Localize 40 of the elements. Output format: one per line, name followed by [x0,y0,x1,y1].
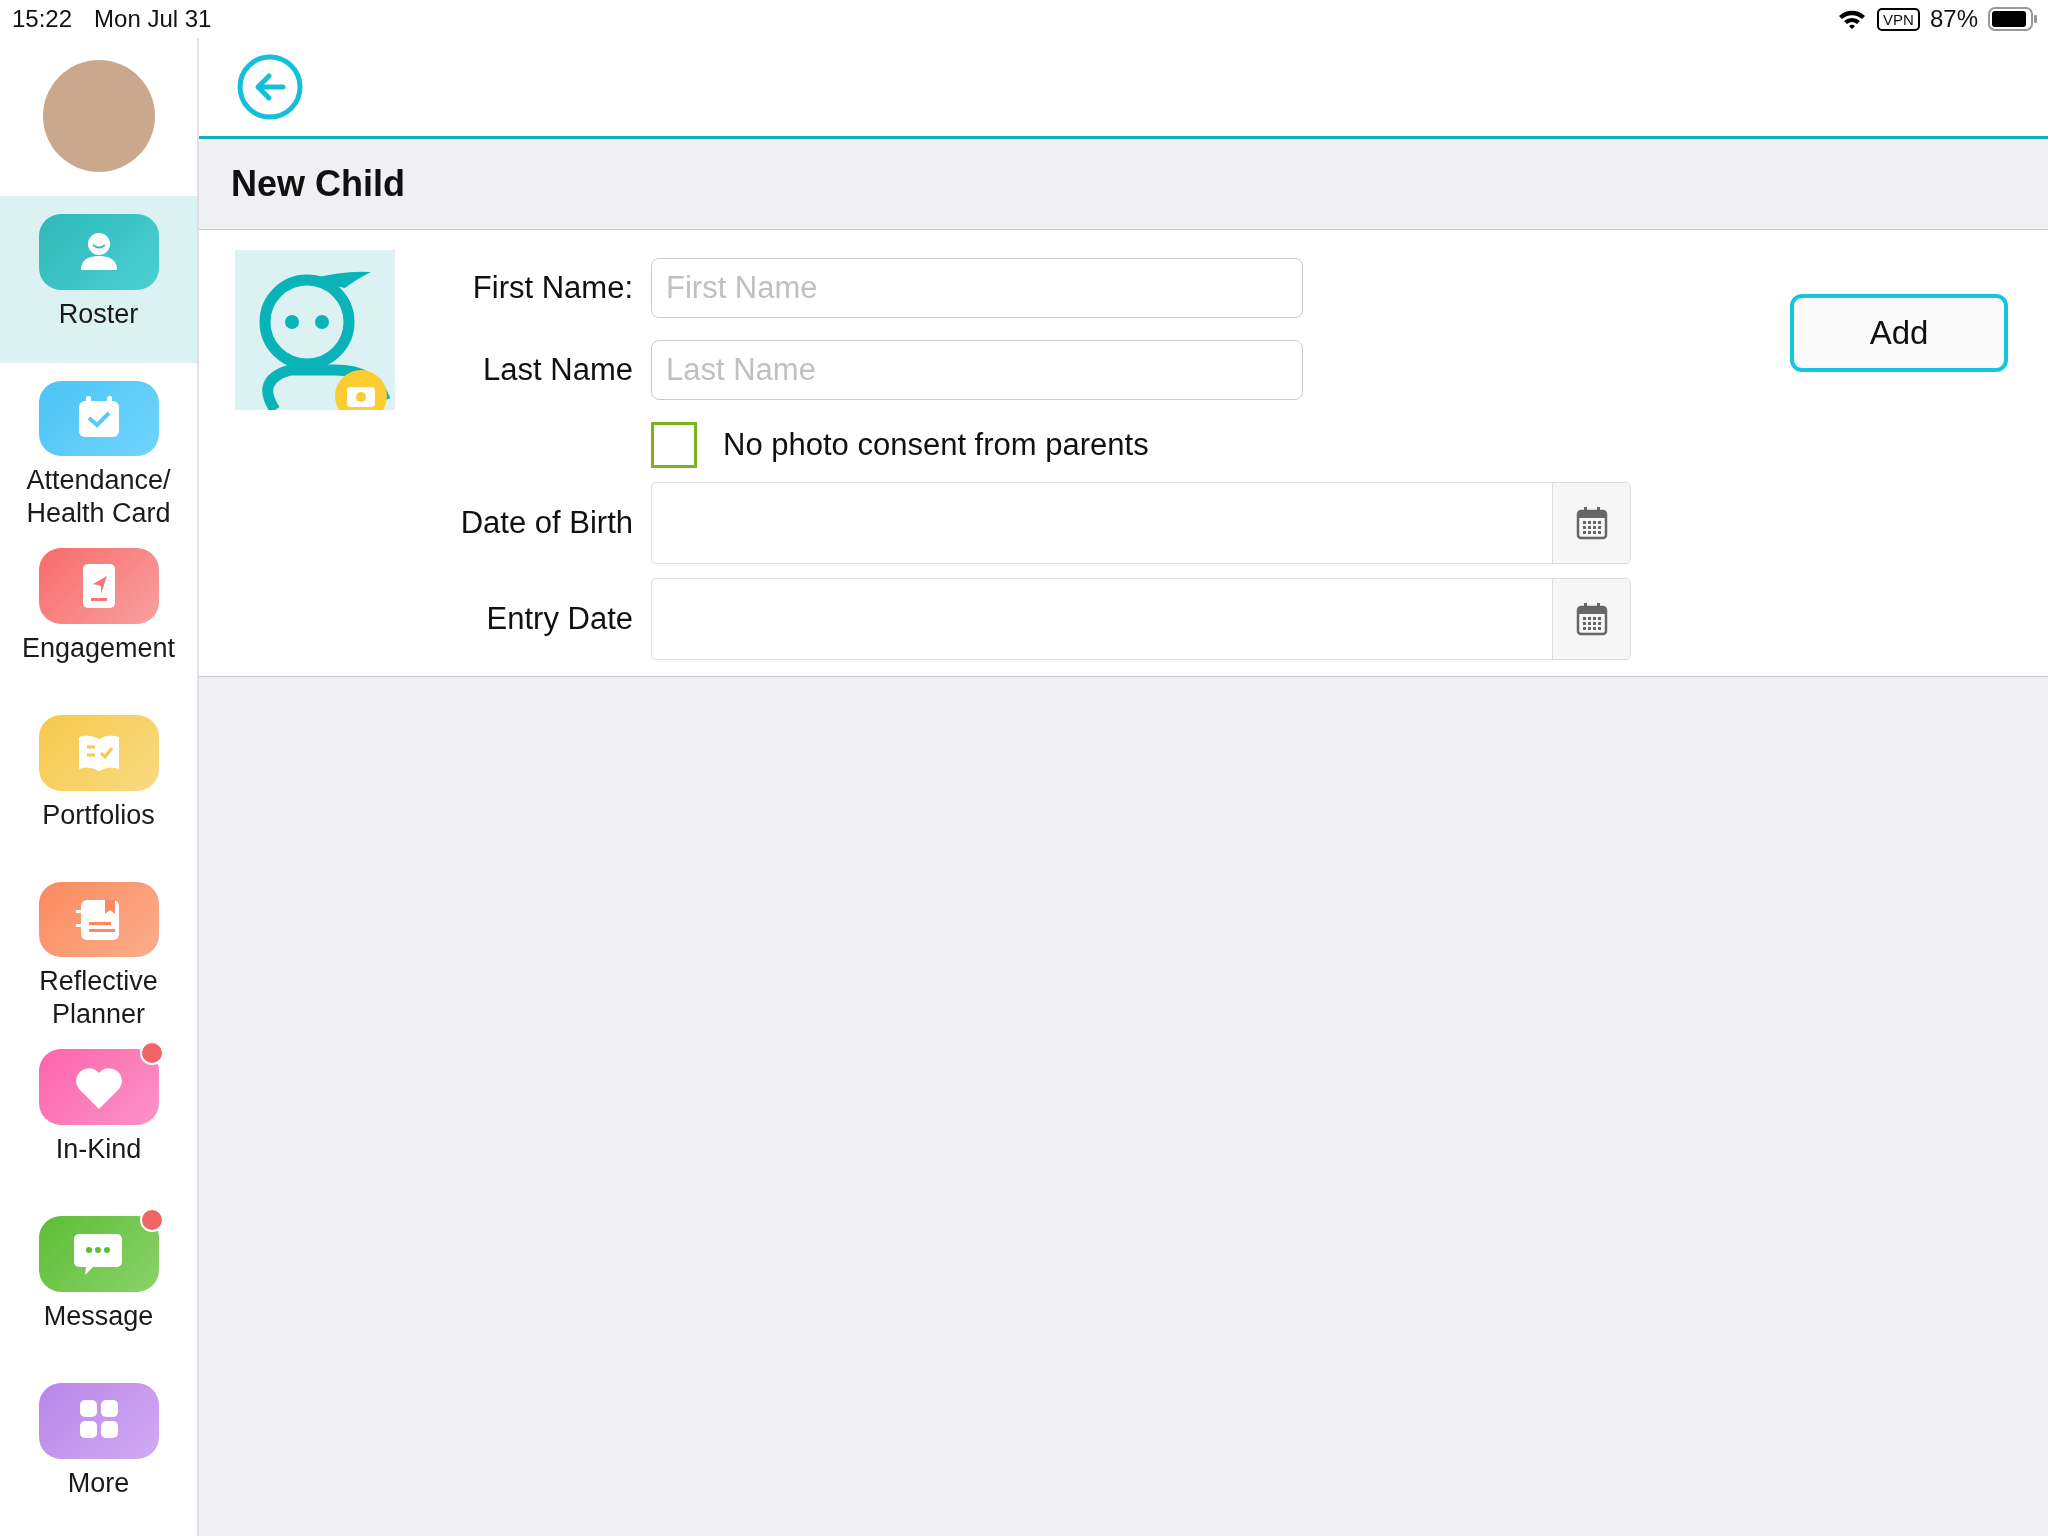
status-date: Mon Jul 31 [94,5,212,33]
battery-icon [1988,7,2038,31]
status-time: 15:22 [12,5,73,33]
field-label: First Name: [471,270,634,306]
sidebar-item[interactable]: Message [0,1198,197,1365]
calendar-icon [1575,602,1608,636]
field-label: Date of Birth [459,505,634,541]
calendar-button[interactable] [1552,579,1630,659]
field-label: Entry Date [485,601,634,637]
field-label: Last Name [482,352,634,388]
calendar-check-icon [38,381,159,456]
text-input-field[interactable]: Last Name [651,340,1303,400]
battery-percent: 87% [1929,5,1978,33]
sidebar-item[interactable]: More [0,1365,197,1532]
text-input-field[interactable]: First Name [651,258,1303,318]
sidebar-item[interactable]: Attendance/ Health Card [0,363,197,530]
sidebar-item[interactable]: Engagement [0,530,197,697]
grid-icon [38,1383,159,1459]
page-title: New Child [231,163,405,205]
note-icon [38,548,159,624]
person-icon [38,214,159,290]
wifi-icon [1837,8,1868,30]
heart-icon [38,1049,159,1125]
back-button[interactable] [237,54,303,120]
sidebar-item[interactable]: Reflective Planner [0,864,197,1031]
sidebar-item[interactable]: In-Kind [0,1031,197,1198]
vpn-badge: VPN [1877,7,1920,31]
child-avatar-drawing[interactable] [235,250,395,410]
sidebar-item[interactable]: Portfolios [0,697,197,864]
date-input-field[interactable] [651,578,1631,660]
notebook-icon [38,882,159,957]
checkbox-label: No photo consent from parents [723,427,1149,463]
book-icon [38,715,159,791]
sidebar-item[interactable]: Roster [0,196,197,363]
add-button[interactable]: Add [1790,294,2008,372]
calendar-button[interactable] [1552,483,1630,563]
chat-bubble-icon [38,1216,159,1292]
calendar-icon [1575,506,1608,540]
date-input-field[interactable] [651,482,1631,564]
checkbox[interactable] [651,422,697,468]
